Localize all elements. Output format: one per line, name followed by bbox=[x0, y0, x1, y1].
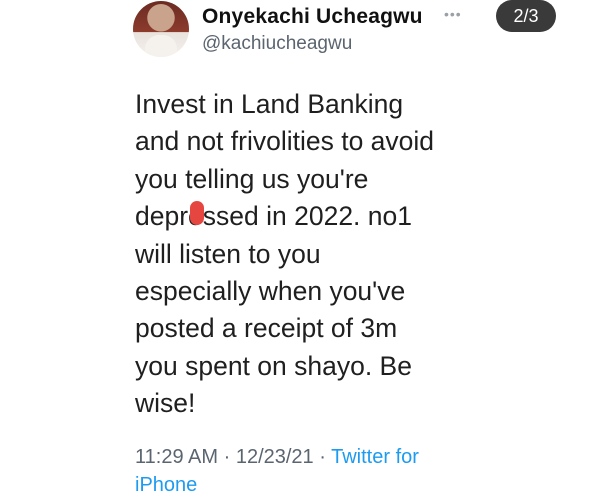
avatar-shirt bbox=[145, 35, 177, 57]
tweet-text: Invest in Land Banking and not frivoliti… bbox=[135, 89, 435, 419]
separator-dot: · bbox=[319, 446, 326, 468]
display-name[interactable]: Onyekachi Ucheagwu bbox=[202, 5, 423, 29]
tweet-timestamp: 11:29 AM · 12/23/21 · Twitter for bbox=[135, 446, 419, 469]
user-handle[interactable]: @kachiucheagwu bbox=[202, 33, 352, 55]
redaction-mark bbox=[190, 201, 204, 225]
tweet-time[interactable]: 11:29 AM bbox=[135, 446, 218, 468]
tweet-date[interactable]: 12/23/21 bbox=[236, 446, 314, 468]
tweet-source-link[interactable]: Twitter for bbox=[331, 446, 419, 468]
tweet-card: Onyekachi Ucheagwu @kachiucheagwu ••• 2/… bbox=[0, 0, 600, 496]
page-indicator: 2/3 bbox=[496, 0, 556, 32]
tweet-source-link-cont[interactable]: iPhone bbox=[135, 474, 197, 497]
avatar[interactable] bbox=[133, 1, 189, 57]
separator-dot: · bbox=[223, 446, 231, 468]
more-dots-icon[interactable]: ••• bbox=[444, 6, 462, 22]
